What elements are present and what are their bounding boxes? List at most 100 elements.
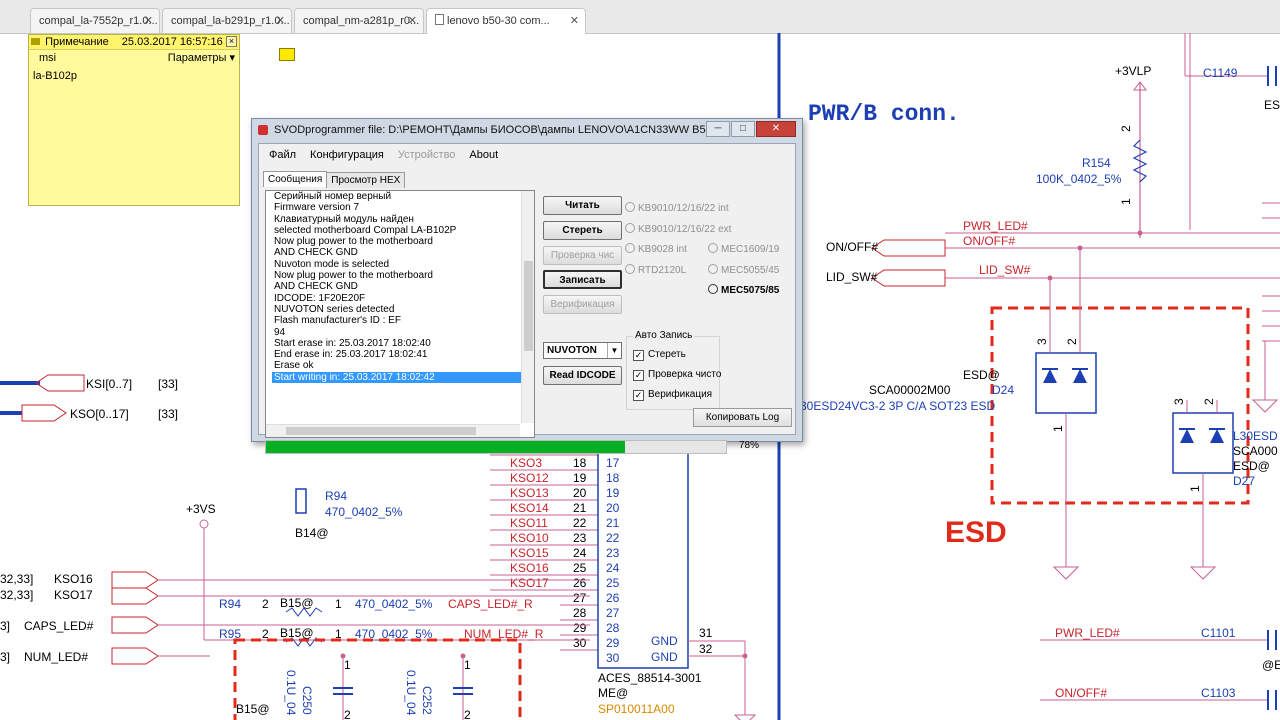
svg-text:ME@: ME@ [598,686,628,700]
svg-text:31: 31 [699,626,713,640]
checkbox-verify[interactable]: ✓ Верификация [633,389,712,401]
log-line[interactable]: Firmware version 7 [266,202,534,213]
svg-text:2: 2 [1202,398,1216,405]
verify-button[interactable]: Верификация [543,295,622,314]
svg-text:ON/OFF#: ON/OFF# [963,234,1015,248]
pin-number: 26 [573,576,587,590]
close-icon[interactable]: ✕ [570,9,579,33]
close-icon[interactable]: ✕ [756,121,796,137]
svg-text:470_0402_5%: 470_0402_5% [325,505,403,519]
log-line[interactable]: Nuvoton mode is selected [266,259,534,270]
sticky-note[interactable]: Примечание 25.03.2017 16:57:16 × msi Пар… [28,34,240,206]
tab-hex-view[interactable]: Просмотр HEX [326,172,406,188]
menu-config[interactable]: Конфигурация [310,149,384,161]
checkbox-blank-check[interactable]: ✓ Проверка чисто [633,369,721,381]
log-line[interactable]: Start erase in: 25.03.2017 18:02:40 [266,338,534,349]
log-line[interactable]: Erase ok [266,360,534,371]
log-line[interactable]: Flash manufacturer's ID : EF [266,315,534,326]
menu-file[interactable]: Файл [269,149,296,161]
log-line[interactable]: Клавиатурный модуль найден [266,214,534,225]
close-icon[interactable]: ✕ [408,9,417,33]
log-line[interactable]: End erase in: 25.03.2017 18:02:41 [266,349,534,360]
document-icon [435,14,444,25]
progress-fill [266,441,625,453]
log-line[interactable]: NUVOTON series detected [266,304,534,315]
close-icon[interactable]: × [226,36,237,47]
log-line[interactable]: AND CHECK GND [266,247,534,258]
tab-compal-la-7552p[interactable]: compal_la-7552p_r1.0... ✕ [30,8,160,33]
log-line[interactable]: IDCODE: 1F20E20F [266,293,534,304]
connector-pin-number: 25 [606,576,620,590]
note-title: Примечание [45,36,109,48]
read-idcode-button[interactable]: Read IDCODE [543,366,622,385]
svg-text:2: 2 [1119,125,1133,132]
connector-pin-number: 18 [606,471,620,485]
tab-compal-nm-a281p[interactable]: compal_nm-a281p_r0... ✕ [294,8,424,33]
radio-mec5075[interactable]: MEC5075/85 [708,284,779,296]
read-button[interactable]: Читать [543,196,622,215]
copy-log-button[interactable]: Копировать Log [693,408,792,427]
window-titlebar[interactable]: SVODprogrammer file: D:\РЕМОНТ\Дампы БИО… [252,119,802,141]
connector-pin-number: 29 [606,636,620,650]
svg-text:CAPS_LED#_R: CAPS_LED#_R [448,597,533,611]
log-line[interactable]: 94 [266,327,534,338]
close-icon[interactable]: ✕ [144,9,153,33]
log-line[interactable]: selected motherboard Compal LA-B102P [266,225,534,236]
log-list[interactable]: Серийный номер верный Firmware version 7К… [265,190,535,438]
log-vertical-scrollbar[interactable] [521,191,534,423]
svg-text:NUM_LED#: NUM_LED# [24,650,88,664]
radio-mec5055[interactable]: MEC5055/45 [708,264,779,276]
svg-text:ES: ES [1264,98,1280,112]
svg-text:2: 2 [1065,338,1079,345]
pin-number: 24 [573,546,587,560]
blank-check-button[interactable]: Проверка чис [543,246,622,265]
write-button[interactable]: Записать [543,270,622,289]
window-title: SVODprogrammer file: D:\РЕМОНТ\Дампы БИО… [274,124,721,136]
chip-select[interactable]: NUVOTON ▼ [543,342,622,359]
svg-text:1: 1 [344,658,351,672]
log-line[interactable]: Now plug power to the motherboard [266,236,534,247]
svg-text:R94: R94 [219,597,241,611]
tab-messages[interactable]: Сообщения [263,171,328,187]
minimize-icon[interactable]: ─ [706,121,730,137]
svg-text:ESD@: ESD@ [1233,459,1270,473]
connector-pin-number: 17 [606,456,620,470]
svod-programmer-window: SVODprogrammer file: D:\РЕМОНТ\Дампы БИО… [251,118,803,454]
tab-compal-la-b291p[interactable]: compal_la-b291p_r1.0... ✕ [162,8,292,33]
svg-text:ON/OFF#: ON/OFF# [826,240,878,254]
menu-device[interactable]: Устройство [398,149,456,161]
tab-strip: compal_la-7552p_r1.0... ✕ compal_la-b291p… [0,0,1280,34]
progress-percent: 78% [739,440,760,451]
radio-kb9010-ext[interactable]: KB9010/12/16/22 ext [625,223,731,235]
onoff-port [871,239,946,257]
pin-number: 21 [573,501,587,515]
erase-button[interactable]: Стереть [543,221,622,240]
r154-value: 100K_0402_5% [1036,172,1122,186]
note-params-button[interactable]: Параметры ▾ [168,50,235,66]
radio-kb9028-int[interactable]: KB9028 int [625,243,687,255]
radio-kb9010-int[interactable]: KB9010/12/16/22 int [625,202,729,214]
note-text[interactable]: la-B102p [29,66,239,86]
tab-lenovo-b50-30[interactable]: lenovo b50-30 com... ✕ [426,8,586,34]
log-horizontal-scrollbar[interactable] [266,424,520,437]
radio-rtd2120l[interactable]: RTD2120L [625,264,686,276]
radio-mec1609[interactable]: MEC1609/19 [708,243,779,255]
log-line[interactable]: Серийный номер верный [266,191,534,202]
svg-text:0.1U_04: 0.1U_04 [404,670,418,716]
log-line[interactable]: AND CHECK GND [266,281,534,292]
checkbox-erase[interactable]: ✓ Стереть [633,349,686,361]
svg-text:2: 2 [464,708,471,720]
svg-text:C1101: C1101 [1201,626,1236,640]
comment-icon[interactable] [279,48,295,61]
log-line[interactable]: Start writing in: 25.03.2017 18:02:42 [272,371,522,384]
connector-pin-number: 23 [606,546,620,560]
svg-text:D24: D24 [992,383,1014,397]
svg-text:1: 1 [1188,485,1202,492]
svg-text:3]: 3] [0,650,10,664]
connector-pin-number: 26 [606,591,620,605]
connector-pin-number: 21 [606,516,620,530]
maximize-icon[interactable]: □ [731,121,755,137]
close-icon[interactable]: ✕ [276,9,285,33]
menu-about[interactable]: About [469,149,498,161]
log-line[interactable]: Now plug power to the motherboard [266,270,534,281]
